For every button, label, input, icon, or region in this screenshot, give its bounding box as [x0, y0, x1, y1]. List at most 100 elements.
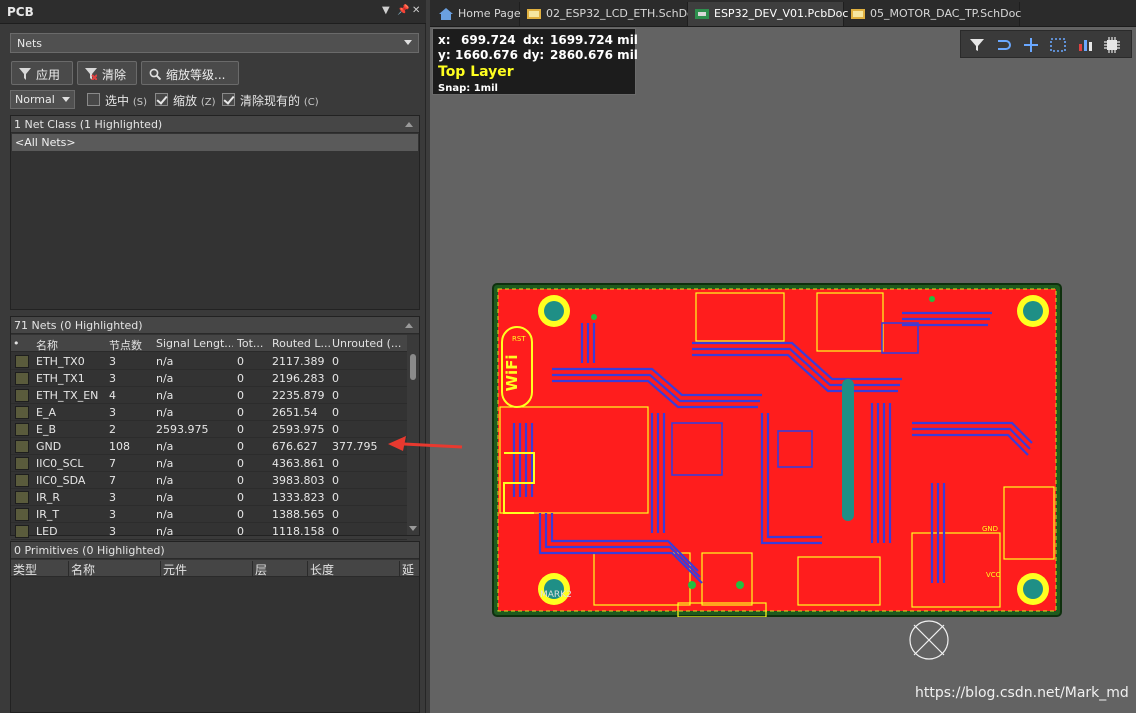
net-routed-length: 1118.158: [272, 525, 325, 538]
net-total: 0: [237, 508, 244, 521]
net-color-swatch[interactable]: [15, 525, 29, 538]
select-checkbox-box[interactable]: [87, 93, 100, 106]
apply-button[interactable]: 应用: [11, 61, 73, 85]
net-class-section: 1 Net Class (1 Highlighted) <All Nets>: [10, 115, 420, 310]
route-icon[interactable]: [994, 35, 1014, 55]
table-row[interactable]: IR_R 3 n/a 0 1333.823 0: [11, 489, 407, 506]
collapse-icon[interactable]: [405, 122, 413, 127]
net-name: ETH_TX_EN: [36, 389, 99, 402]
col-node-count[interactable]: 节点数: [109, 337, 153, 353]
net-color-swatch[interactable]: [15, 423, 29, 436]
net-signal-length: n/a: [156, 440, 174, 453]
schematic-doc-icon: [527, 9, 541, 19]
col-signal-length[interactable]: Signal Lengt...: [156, 337, 233, 350]
net-color-swatch[interactable]: [15, 457, 29, 470]
component-icon[interactable]: [1102, 35, 1122, 55]
table-row[interactable]: ETH_TX0 3 n/a 0 2117.389 0: [11, 353, 407, 370]
net-total: 0: [237, 525, 244, 538]
net-unrouted: 0: [332, 457, 339, 470]
select-rect-icon[interactable]: [1048, 35, 1068, 55]
tab-lcd-eth-schdoc[interactable]: 02_ESP32_LCD_ETH.SchDoc: [520, 2, 700, 26]
col-component[interactable]: 元件: [161, 561, 253, 577]
net-color-swatch[interactable]: [15, 355, 29, 368]
clear-button[interactable]: 清除: [77, 61, 137, 85]
net-signal-length: n/a: [156, 406, 174, 419]
net-color-swatch[interactable]: [15, 389, 29, 402]
net-color-swatch[interactable]: [15, 508, 29, 521]
table-row[interactable]: IIC0_SCL 7 n/a 0 4363.861 0: [11, 455, 407, 472]
net-total: 0: [237, 372, 244, 385]
board-logo-text: WiFi: [503, 354, 521, 391]
scroll-down-icon[interactable]: [409, 526, 417, 531]
table-row[interactable]: ETH_TX_EN 4 n/a 0 2235.879 0: [11, 387, 407, 404]
board-label-vcc: VCC: [986, 571, 1001, 579]
panel-mode-select[interactable]: Nets: [10, 33, 419, 53]
net-total: 0: [237, 474, 244, 487]
tab-motor-dac-schdoc[interactable]: 05_MOTOR_DAC_TP.SchDoc: [844, 2, 1021, 26]
table-row[interactable]: E_B 2 2593.975 0 2593.975 0: [11, 421, 407, 438]
hud-dx-label: dx:: [523, 33, 545, 47]
col-type[interactable]: 类型: [13, 561, 69, 577]
table-row[interactable]: IIC0_SDA 7 n/a 0 3983.803 0: [11, 472, 407, 489]
net-color-swatch[interactable]: [15, 372, 29, 385]
net-color-swatch[interactable]: [15, 474, 29, 487]
hud-snap: Snap: 1mil: [438, 83, 498, 94]
close-icon[interactable]: ✕: [412, 5, 420, 16]
table-row[interactable]: LED 3 n/a 0 1118.158 0: [11, 523, 407, 540]
table-row[interactable]: E_A 3 n/a 0 2651.54 0: [11, 404, 407, 421]
tab-esp32-dev-pcbdoc[interactable]: ESP32_DEV_V01.PcbDoc *: [688, 2, 857, 26]
tab-esp32-dev-label: ESP32_DEV_V01.PcbDoc *: [714, 7, 858, 20]
select-checkbox[interactable]: 选中 (S): [87, 91, 147, 109]
col-delay[interactable]: 延: [400, 561, 419, 577]
clear-filter-icon: [85, 68, 97, 80]
net-unrouted: 377.795: [332, 440, 378, 453]
table-row[interactable]: IR_T 3 n/a 0 1388.565 0: [11, 506, 407, 523]
table-row[interactable]: GND 108 n/a 0 676.627 377.795: [11, 438, 407, 455]
net-name: IR_R: [36, 491, 61, 504]
zoom-checkbox[interactable]: 缩放 (Z): [155, 91, 216, 109]
tab-home-page[interactable]: Home Page: [432, 2, 521, 26]
display-mode-select[interactable]: Normal: [10, 90, 75, 109]
red-arrow-annotation: [388, 436, 463, 451]
col-routed-length[interactable]: Routed L...: [272, 337, 330, 350]
panel-menu-icon[interactable]: ▼: [382, 5, 390, 16]
net-routed-length: 1333.823: [272, 491, 325, 504]
bar-chart-icon[interactable]: [1075, 35, 1095, 55]
collapse-icon[interactable]: [405, 323, 413, 328]
net-color-swatch[interactable]: [15, 491, 29, 504]
clear-existing-checkbox[interactable]: 清除现有的 (C): [222, 91, 319, 109]
pcb-canvas[interactable]: x: 699.724 dx: 1699.724 mil y: 1660.676 …: [430, 27, 1136, 713]
clear-existing-checkbox-box[interactable]: [222, 93, 235, 106]
select-shortcut: (S): [132, 97, 147, 108]
zoom-checkbox-box[interactable]: [155, 93, 168, 106]
home-icon: [439, 8, 453, 20]
table-row[interactable]: ETH_TX1 3 n/a 0 2196.283 0: [11, 370, 407, 387]
filter-icon[interactable]: [967, 35, 987, 55]
col-name[interactable]: 名称: [36, 337, 106, 353]
net-class-item-all-nets[interactable]: <All Nets>: [12, 134, 418, 151]
col-unrouted[interactable]: Unrouted (...: [332, 337, 404, 350]
sort-marker: •: [13, 337, 20, 350]
col-prim-name[interactable]: 名称: [69, 561, 161, 577]
net-name: LED: [36, 525, 58, 538]
zoom-shortcut: (Z): [200, 97, 216, 108]
zoom-level-button[interactable]: 缩放等级...: [141, 61, 239, 85]
col-length[interactable]: 长度: [308, 561, 400, 577]
document-tab-bar: Home Page 02_ESP32_LCD_ETH.SchDoc ESP32_…: [430, 0, 1136, 27]
panel-title: PCB: [7, 5, 34, 19]
apply-label: 应用: [36, 68, 61, 82]
nets-scrollbar-thumb[interactable]: [410, 354, 416, 380]
pin-icon[interactable]: 📌: [397, 5, 409, 16]
primitives-header-text: 0 Primitives (0 Highlighted): [14, 544, 165, 557]
col-total[interactable]: Tot...: [237, 337, 269, 350]
primitives-section: 0 Primitives (0 Highlighted) 类型 名称 元件 层 …: [10, 541, 420, 713]
net-routed-length: 2196.283: [272, 372, 325, 385]
net-color-swatch[interactable]: [15, 406, 29, 419]
crosshair-icon[interactable]: [1021, 35, 1041, 55]
net-signal-length: n/a: [156, 355, 174, 368]
pcb-board[interactable]: WiFi K2 RST GND VCC MARK2: [492, 283, 1062, 617]
net-name: ETH_TX1: [36, 372, 85, 385]
net-node-count: 2: [109, 423, 116, 436]
net-color-swatch[interactable]: [15, 440, 29, 453]
col-layer[interactable]: 层: [253, 561, 308, 577]
